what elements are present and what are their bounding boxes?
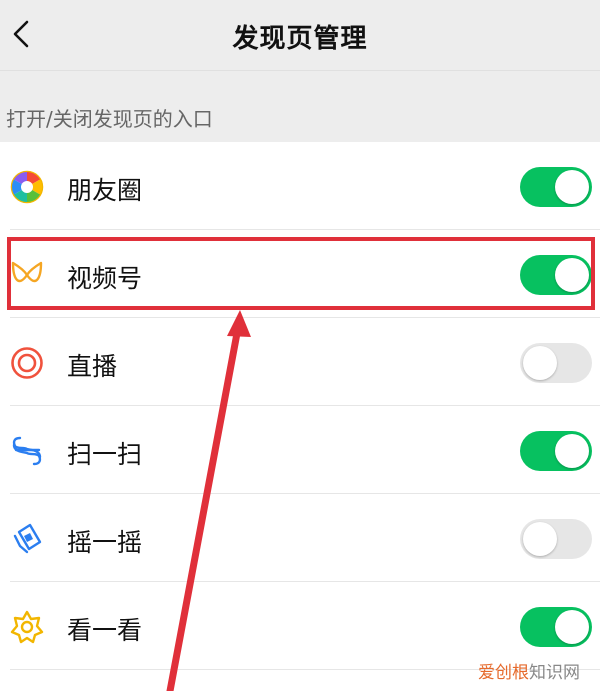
nav-header: 发现页管理 [0, 0, 600, 71]
scan-toggle[interactable] [520, 431, 592, 471]
toggle-knob [555, 610, 589, 644]
list-item-label: 直播 [67, 352, 118, 381]
channels-butterfly-icon [11, 261, 43, 283]
list-item-shake: 摇一摇 [0, 494, 600, 582]
section-label: 打开/关闭发现页的入口 [6, 107, 213, 131]
watermark-part1: 爱创根 [478, 663, 529, 683]
moments-aperture-icon [10, 170, 44, 204]
toggle-knob [523, 522, 557, 556]
toggle-knob [523, 346, 557, 380]
top-stories-toggle[interactable] [520, 607, 592, 647]
channels-toggle[interactable] [520, 255, 592, 295]
list-item-moments: 朋友圈 [0, 142, 600, 230]
toggle-knob [555, 258, 589, 292]
shake-toggle[interactable] [520, 519, 592, 559]
live-toggle[interactable] [520, 343, 592, 383]
shake-phone-icon [13, 523, 42, 554]
list-item-label: 看一看 [67, 616, 143, 645]
list-item-scan: 扫一扫 [0, 406, 600, 494]
toggle-knob [555, 170, 589, 204]
list-item-label: 扫一扫 [67, 440, 143, 469]
list-item-label: 摇一摇 [67, 528, 143, 557]
toggle-knob [555, 434, 589, 468]
list-item-channels: 视频号 [0, 230, 600, 318]
live-ring-icon [11, 347, 43, 379]
list-item-live: 直播 [0, 318, 600, 406]
list-item-top-stories: 看一看 [0, 582, 600, 670]
discover-entry-list: 朋友圈 视频号 直播 扫一扫 摇一摇 看一看 [0, 142, 600, 691]
moments-toggle[interactable] [520, 167, 592, 207]
top-stories-star-icon [10, 610, 44, 644]
watermark: 爱创根知识网 [478, 658, 580, 683]
scan-icon [12, 436, 42, 466]
page-title: 发现页管理 [232, 24, 368, 54]
list-item-label: 视频号 [67, 264, 143, 293]
list-item-label: 朋友圈 [67, 176, 143, 205]
watermark-part2: 知识网 [529, 663, 580, 683]
